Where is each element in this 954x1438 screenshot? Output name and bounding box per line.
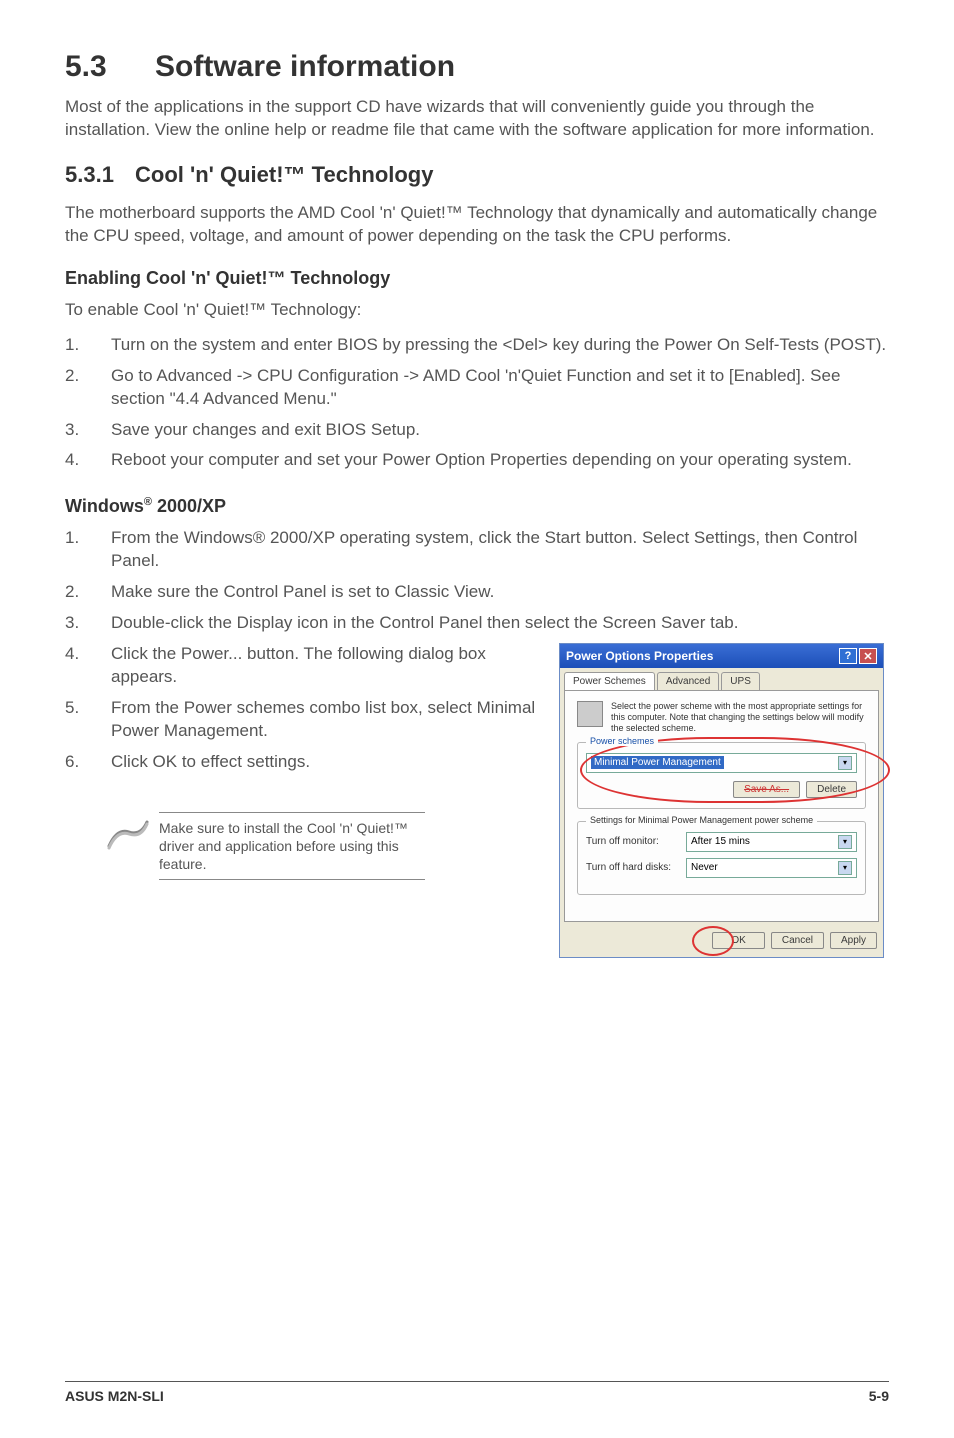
subsection-heading: 5.3.1Cool 'n' Quiet!™ Technology [65,162,889,188]
footer-product: ASUS M2N-SLI [65,1388,164,1404]
scheme-value: Minimal Power Management [591,756,724,769]
step-item: Click the Power... button. The following… [65,643,549,689]
steps-list-1: Turn on the system and enter BIOS by pre… [65,334,889,473]
step-item: Make sure the Control Panel is set to Cl… [65,581,889,604]
step-item: Click OK to effect settings. [65,751,549,774]
dialog-title: Power Options Properties [566,649,713,663]
power-schemes-fieldset: Power schemes Minimal Power Management ▾… [577,742,866,809]
tab-advanced[interactable]: Advanced [657,672,719,690]
monitor-label: Turn off monitor: [586,836,686,847]
win-prefix: Windows [65,496,144,516]
steps-list-2: From the Windows® 2000/XP operating syst… [65,527,889,635]
tab-power-schemes[interactable]: Power Schemes [564,672,655,690]
step-item: Save your changes and exit BIOS Setup. [65,419,889,442]
steps-list-2b: Click the Power... button. The following… [65,643,549,774]
intro-paragraph: Most of the applications in the support … [65,96,889,142]
settings-fieldset: Settings for Minimal Power Management po… [577,821,866,895]
schemes-legend: Power schemes [586,736,658,746]
power-scheme-combo[interactable]: Minimal Power Management ▾ [586,753,857,773]
tab-ups[interactable]: UPS [721,672,760,690]
step-item: Reboot your computer and set your Power … [65,449,889,472]
cancel-button[interactable]: Cancel [771,932,824,949]
close-icon[interactable]: ✕ [859,648,877,664]
note-text: Make sure to install the Cool 'n' Quiet!… [159,812,425,881]
section-heading: 5.3Software information [65,50,889,84]
help-icon[interactable]: ? [839,648,857,664]
win-suffix: 2000/XP [152,496,226,516]
note-box: Make sure to install the Cool 'n' Quiet!… [105,812,425,881]
battery-icon [577,701,603,727]
chevron-down-icon[interactable]: ▾ [838,861,852,875]
ok-button[interactable]: OK [712,932,764,949]
step-item: Turn on the system and enter BIOS by pre… [65,334,889,357]
windows-heading: Windows® 2000/XP [65,496,889,517]
note-icon [105,816,151,852]
enabling-lead: To enable Cool 'n' Quiet!™ Technology: [65,299,889,322]
section-number: 5.3 [65,50,155,84]
settings-legend: Settings for Minimal Power Management po… [586,815,817,825]
footer-page: 5-9 [869,1388,889,1404]
disks-value: Never [691,862,718,873]
enabling-heading: Enabling Cool 'n' Quiet!™ Technology [65,268,889,289]
subsection-title: Cool 'n' Quiet!™ Technology [135,162,433,187]
apply-button[interactable]: Apply [830,932,877,949]
monitor-value: After 15 mins [691,836,750,847]
disks-combo[interactable]: Never ▾ [686,858,857,878]
disks-label: Turn off hard disks: [586,862,686,873]
step-item: From the Windows® 2000/XP operating syst… [65,527,889,573]
page-footer: ASUS M2N-SLI 5-9 [65,1381,889,1404]
subsection-number: 5.3.1 [65,162,135,188]
monitor-combo[interactable]: After 15 mins ▾ [686,832,857,852]
dialog-tabs: Power Schemes Advanced UPS [560,668,883,690]
dialog-panel: Select the power scheme with the most ap… [564,690,879,921]
section-title: Software information [155,50,455,83]
step-item: Go to Advanced -> CPU Configuration -> A… [65,365,889,411]
dialog-desc: Select the power scheme with the most ap… [611,701,866,733]
dialog-titlebar[interactable]: Power Options Properties ? ✕ [560,644,883,668]
power-options-dialog: Power Options Properties ? ✕ Power Schem… [559,643,884,957]
chevron-down-icon[interactable]: ▾ [838,756,852,770]
subsection-desc: The motherboard supports the AMD Cool 'n… [65,202,889,248]
save-as-button[interactable]: Save As... [733,781,800,798]
delete-button[interactable]: Delete [806,781,857,798]
step-item: From the Power schemes combo list box, s… [65,697,549,743]
registered-mark: ® [144,496,152,508]
dialog-button-row: OK Cancel Apply [560,926,883,957]
chevron-down-icon[interactable]: ▾ [838,835,852,849]
step-item: Double-click the Display icon in the Con… [65,612,889,635]
